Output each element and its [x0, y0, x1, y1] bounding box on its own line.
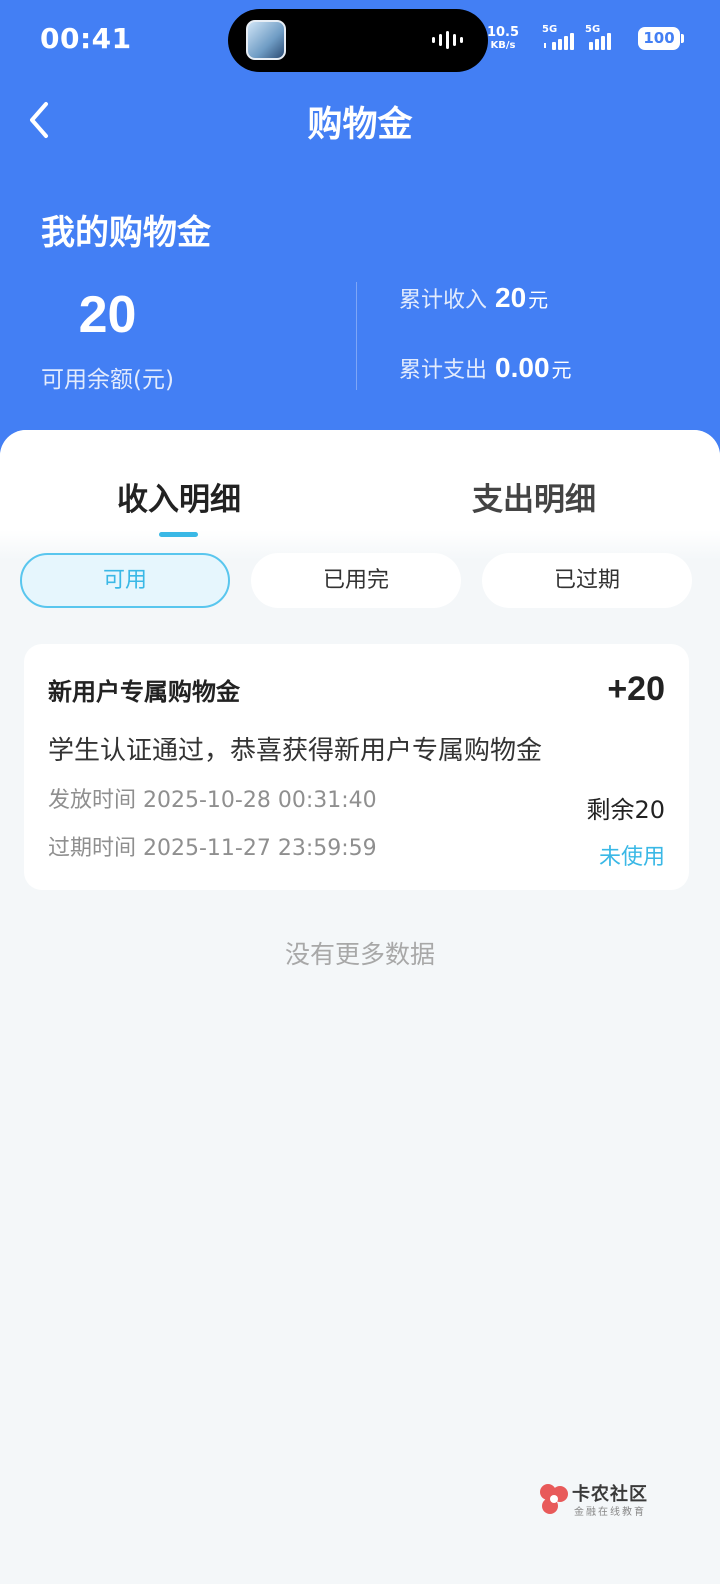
summary-title: 我的购物金: [41, 213, 211, 253]
status-indicators: 10.5 KB/s 5G 5G 100: [487, 24, 684, 56]
network-speed: 10.5 KB/s: [486, 25, 520, 51]
record-remaining: 剩余20: [586, 796, 665, 824]
filter-expired[interactable]: 已过期: [482, 553, 692, 608]
content-panel: 收入明细 支出明细 可用 已用完 已过期 新用户专属购物金 +20 学生认证通过…: [0, 430, 720, 1584]
status-bar: 00:41 10.5 KB/s 5G 5G 100: [0, 0, 720, 80]
watermark-subtitle: 金融在线教育: [574, 1507, 646, 1518]
total-income-label: 累计收入: [399, 288, 488, 313]
watermark-logo: 卡农社区 金融在线教育: [538, 1480, 668, 1524]
total-expense-stat: 累计支出 0.00 元: [399, 352, 572, 384]
kanong-logo-icon: [540, 1484, 568, 1514]
filter-available[interactable]: 可用: [20, 553, 230, 608]
record-expire-time: 过期时间 2025-11-27 23:59:59: [48, 836, 377, 861]
page-title: 购物金: [307, 105, 413, 145]
record-status-badge: 未使用: [598, 845, 665, 870]
record-card[interactable]: 新用户专属购物金 +20 学生认证通过，恭喜获得新用户专属购物金 发放时间 20…: [24, 644, 689, 890]
balance-amount: 20: [78, 286, 137, 344]
record-title: 新用户专属购物金: [48, 678, 240, 706]
total-expense-value: 0.00: [495, 352, 550, 383]
filter-used-up[interactable]: 已用完: [251, 553, 461, 608]
no-more-data-text: 没有更多数据: [284, 940, 435, 969]
record-amount: +20: [607, 670, 665, 708]
total-expense-unit: 元: [551, 358, 572, 382]
dynamic-island[interactable]: [228, 9, 488, 72]
total-expense-label: 累计支出: [399, 358, 488, 383]
app-thumbnail-icon: [246, 20, 286, 60]
status-time: 00:41: [40, 22, 132, 55]
total-income-stat: 累计收入 20 元: [399, 282, 548, 314]
tab-expense[interactable]: 支出明细: [472, 474, 596, 519]
record-issue-time: 发放时间 2025-10-28 00:31:40: [48, 788, 377, 813]
record-description: 学生认证通过，恭喜获得新用户专属购物金: [48, 736, 543, 766]
tab-income[interactable]: 收入明细: [117, 474, 241, 519]
tab-active-indicator: [159, 532, 198, 537]
summary-divider: [356, 282, 357, 390]
total-income-unit: 元: [528, 288, 549, 312]
total-income-value: 20: [495, 282, 527, 313]
balance-label: 可用余额(元): [41, 367, 174, 393]
battery-icon: 100: [638, 27, 684, 50]
audio-wave-icon: [432, 31, 463, 49]
